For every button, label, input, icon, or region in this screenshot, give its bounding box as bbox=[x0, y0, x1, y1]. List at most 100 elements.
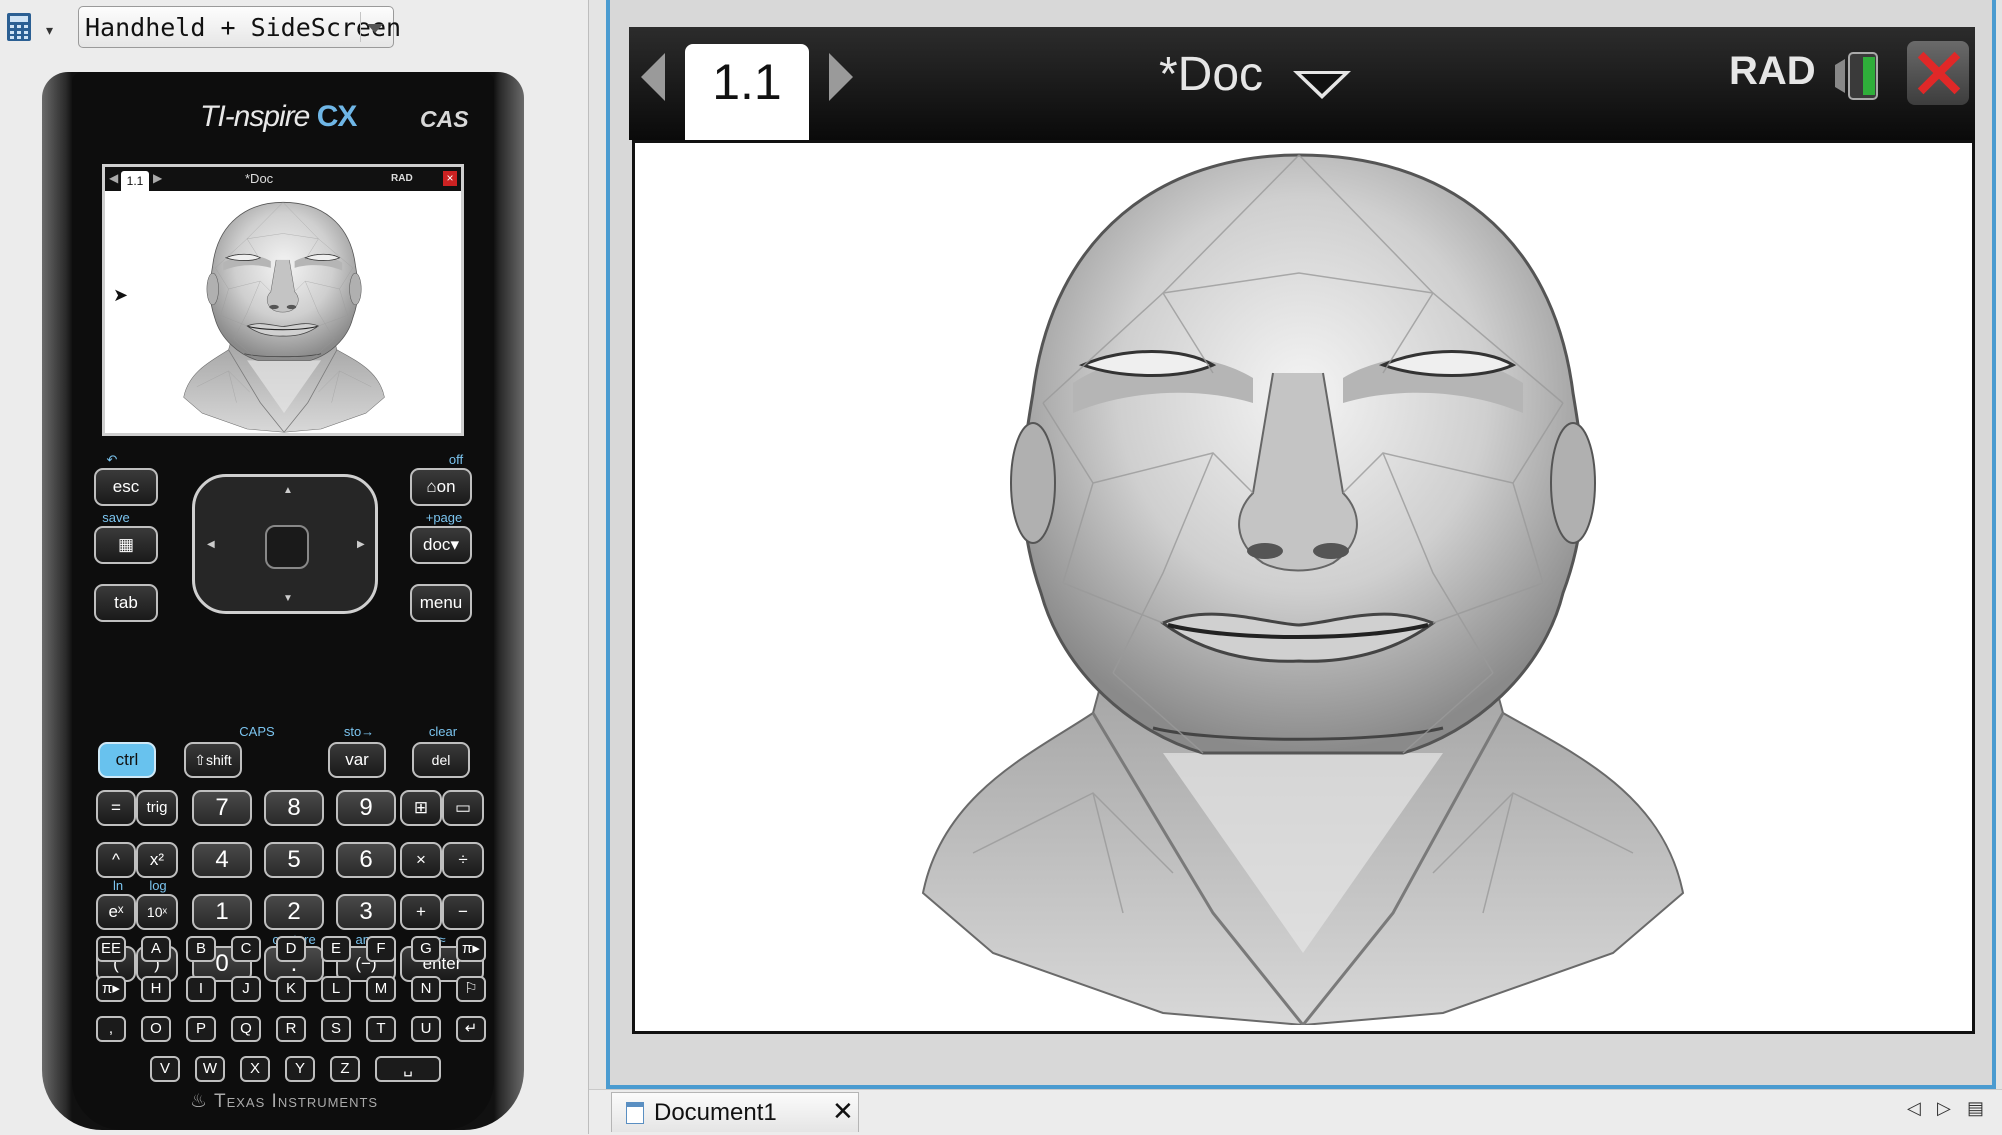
catalog-key[interactable]: ▭ bbox=[442, 790, 484, 826]
space-key[interactable]: ␣ bbox=[375, 1056, 441, 1082]
letter-key-c[interactable]: C bbox=[231, 936, 261, 962]
brand-cas: CAS bbox=[420, 106, 469, 132]
letter-key-s[interactable]: S bbox=[321, 1016, 351, 1042]
key-9[interactable]: 9 bbox=[336, 790, 396, 826]
equals-key[interactable]: = bbox=[96, 790, 136, 826]
document-title[interactable]: *Doc bbox=[1159, 47, 1263, 102]
handheld-screen[interactable]: ◀ 1.1 ▶ *Doc RAD × ➤ bbox=[102, 164, 464, 436]
minus-key[interactable]: − bbox=[442, 894, 484, 930]
letter-key-m[interactable]: M bbox=[366, 976, 396, 1002]
letter-key-t[interactable]: T bbox=[366, 1016, 396, 1042]
undo-label: ↶ bbox=[106, 452, 118, 467]
esc-key[interactable]: esc bbox=[94, 468, 158, 506]
letter-key-p[interactable]: P bbox=[186, 1016, 216, 1042]
multiply-key[interactable]: × bbox=[400, 842, 442, 878]
mini-prev-icon: ◀ bbox=[109, 171, 119, 185]
chevron-down-icon[interactable]: ▾ bbox=[46, 22, 53, 39]
letter-key-u[interactable]: U bbox=[411, 1016, 441, 1042]
key-8[interactable]: 8 bbox=[264, 790, 324, 826]
sto-label: sto→ bbox=[343, 724, 375, 739]
flag-key[interactable]: ⚐ bbox=[456, 976, 486, 1002]
mini-doc-title: *Doc bbox=[245, 171, 274, 186]
return-key[interactable]: ↵ bbox=[456, 1016, 486, 1042]
scratchpad-key[interactable]: ▦ bbox=[94, 526, 158, 564]
key-2[interactable]: 2 bbox=[264, 894, 324, 930]
letter-key-o[interactable]: O bbox=[141, 1016, 171, 1042]
letter-key-b[interactable]: B bbox=[186, 936, 216, 962]
document-menu-icon[interactable] bbox=[1293, 71, 1351, 99]
pi-key[interactable]: π▸ bbox=[456, 936, 486, 962]
letter-key-q[interactable]: Q bbox=[231, 1016, 261, 1042]
letter-key-l[interactable]: L bbox=[321, 976, 351, 1002]
mini-close-icon: × bbox=[443, 171, 457, 186]
letter-key-i[interactable]: I bbox=[186, 976, 216, 1002]
del-key[interactable]: del bbox=[412, 742, 470, 778]
key-4[interactable]: 4 bbox=[192, 842, 252, 878]
close-icon[interactable] bbox=[1907, 41, 1969, 105]
letter-key-r[interactable]: R bbox=[276, 1016, 306, 1042]
tab-list-icon[interactable]: ▤ bbox=[1967, 1098, 1984, 1119]
doc-key[interactable]: doc▾ bbox=[410, 526, 472, 564]
divide-key[interactable]: ÷ bbox=[442, 842, 484, 878]
ctrl-key[interactable]: ctrl bbox=[98, 742, 156, 778]
letter-key-w[interactable]: W bbox=[195, 1056, 225, 1082]
on-key[interactable]: ⌂on bbox=[410, 468, 472, 506]
letter-key-a[interactable]: A bbox=[141, 936, 171, 962]
touchpad[interactable]: ▲ ▼ ◀ ▶ bbox=[192, 474, 378, 614]
handheld-calculator: TI-nspire CX CAS ◀ 1.1 ▶ *Doc RAD × ➤ ↶ … bbox=[42, 72, 524, 1130]
caret-key[interactable]: ^ bbox=[96, 842, 136, 878]
brand-nspire: nspire bbox=[233, 100, 311, 133]
letter-key-k[interactable]: K bbox=[276, 976, 306, 1002]
page-tab[interactable]: 1.1 bbox=[685, 44, 809, 140]
caps-label: CAPS bbox=[239, 724, 275, 739]
graph-canvas[interactable] bbox=[632, 140, 1975, 1034]
trig-key[interactable]: trig bbox=[136, 790, 178, 826]
key-6[interactable]: 6 bbox=[336, 842, 396, 878]
letter-key-g[interactable]: G bbox=[411, 936, 441, 962]
next-page-icon[interactable] bbox=[829, 53, 853, 101]
key-7[interactable]: 7 bbox=[192, 790, 252, 826]
letter-key-e[interactable]: E bbox=[321, 936, 351, 962]
brand-ti: TI- bbox=[200, 100, 235, 133]
key-3[interactable]: 3 bbox=[336, 894, 396, 930]
scroll-left-icon[interactable]: ◁ bbox=[1907, 1098, 1921, 1119]
touchpad-right-icon: ▶ bbox=[357, 539, 365, 550]
var-key[interactable]: var bbox=[328, 742, 386, 778]
letter-key-h[interactable]: H bbox=[141, 976, 171, 1002]
close-tab-icon[interactable]: ✕ bbox=[832, 1096, 854, 1127]
letter-key-d[interactable]: D bbox=[276, 936, 306, 962]
touchpad-click-icon[interactable] bbox=[265, 525, 309, 569]
tab-key[interactable]: tab bbox=[94, 584, 158, 622]
key-5[interactable]: 5 bbox=[264, 842, 324, 878]
maker-logo: ♨ Texas Instruments bbox=[190, 1091, 379, 1112]
pi-key[interactable]: π▸ bbox=[96, 976, 126, 1002]
maker-label: Texas Instruments bbox=[213, 1091, 379, 1112]
shift-key[interactable]: ⇧shift bbox=[184, 742, 242, 778]
touchpad-left-icon: ◀ bbox=[207, 539, 215, 550]
letter-key-j[interactable]: J bbox=[231, 976, 261, 1002]
scroll-right-icon[interactable]: ▷ bbox=[1937, 1098, 1951, 1119]
letter-key-n[interactable]: N bbox=[411, 976, 441, 1002]
dropdown-arrow-icon[interactable] bbox=[360, 12, 389, 42]
letter-key-z[interactable]: Z bbox=[330, 1056, 360, 1082]
letter-key-f[interactable]: F bbox=[366, 936, 396, 962]
letter-key-x[interactable]: X bbox=[240, 1056, 270, 1082]
letter-key-v[interactable]: V bbox=[150, 1056, 180, 1082]
document-tab[interactable]: Document1 ✕ bbox=[611, 1092, 859, 1132]
view-mode-select[interactable]: Handheld + SideScreen bbox=[78, 6, 401, 48]
plus-key[interactable]: + bbox=[400, 894, 442, 930]
document-tab-bar: Document1 ✕ ◁ ▷ ▤ bbox=[589, 1089, 2002, 1135]
letter-key-y[interactable]: Y bbox=[285, 1056, 315, 1082]
template-key[interactable]: ⊞ bbox=[400, 790, 442, 826]
exp-key[interactable]: eˣ bbox=[96, 894, 136, 930]
ee-key[interactable]: EE bbox=[96, 936, 126, 962]
menu-key[interactable]: menu bbox=[410, 584, 472, 622]
key-1[interactable]: 1 bbox=[192, 894, 252, 930]
calculator-icon[interactable] bbox=[6, 12, 32, 42]
comma-key[interactable]: , bbox=[96, 1016, 126, 1042]
previous-page-icon[interactable] bbox=[641, 53, 665, 101]
doc-key-label: doc bbox=[423, 535, 451, 554]
square-key[interactable]: x² bbox=[136, 842, 178, 878]
ten-power-key[interactable]: 10ˣ bbox=[136, 894, 178, 930]
battery-icon bbox=[1835, 52, 1878, 100]
